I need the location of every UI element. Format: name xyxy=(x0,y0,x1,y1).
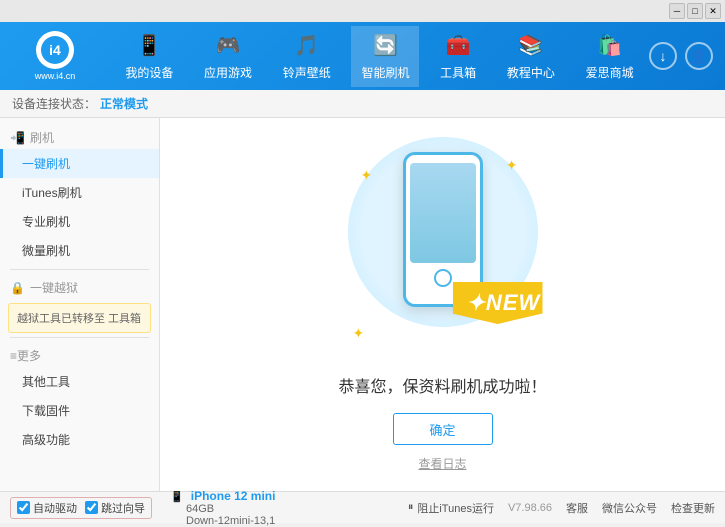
new-badge: ✦NEW✦ xyxy=(453,282,543,337)
nav-my-device-label: 我的设备 xyxy=(125,64,173,81)
sidebar-section-more: ≡ 更多 xyxy=(0,342,159,367)
confirm-button[interactable]: 确定 xyxy=(393,413,493,445)
sparkle-bottom-left: ✦ xyxy=(353,325,365,342)
more-section-icon: ≡ xyxy=(10,349,17,363)
nav-smart-flash-label: 智能刷机 xyxy=(361,64,409,81)
stop-itunes-button[interactable]: ⏸ 阻止iTunes运行 xyxy=(408,500,494,516)
status-value: 正常模式 xyxy=(100,95,148,112)
auto-drive-label: 自动驱动 xyxy=(33,500,77,516)
status-label: 设备连接状态： xyxy=(12,95,96,112)
main-layout: 📲 刷机 一键刷机 iTunes刷机 专业刷机 微量刷机 🔒 一键越狱 越狱工具… xyxy=(0,118,725,491)
ringtone-icon: 🎵 xyxy=(293,32,321,60)
sidebar-item-onekey-flash[interactable]: 一键刷机 xyxy=(0,149,159,178)
logo-area: i4 www.i4.cn xyxy=(0,31,110,81)
nav-ringtone-label: 铃声壁纸 xyxy=(283,64,331,81)
other-tools-label: 其他工具 xyxy=(22,375,70,389)
nav-smart-flash[interactable]: 🔄 智能刷机 xyxy=(351,26,419,87)
smart-flash-icon: 🔄 xyxy=(371,32,399,60)
nav-app-game[interactable]: 🎮 应用游戏 xyxy=(194,26,262,87)
phone-screen xyxy=(410,163,476,263)
footer: 自动驱动 跳过向导 📱 iPhone 12 mini 64GB Down-12m… xyxy=(0,491,725,523)
skip-wizard-checkbox-wrapper[interactable]: 跳过向导 xyxy=(85,500,145,516)
title-bar: ─ □ ✕ xyxy=(0,0,725,22)
download-firmware-label: 下载固件 xyxy=(22,404,70,418)
logo-text: www.i4.cn xyxy=(35,71,76,81)
logo-icon: i4 xyxy=(36,31,74,69)
sparkle-top-right: ✦ xyxy=(506,157,518,174)
stop-itunes-label: 阻止iTunes运行 xyxy=(417,500,494,516)
footer-right: ⏸ 阻止iTunes运行 V7.98.66 客服 微信公众号 检查更新 xyxy=(408,500,715,516)
sidebar-item-other-tools[interactable]: 其他工具 xyxy=(0,367,159,396)
sidebar-jailbreak-info: 越狱工具已转移至 工具箱 xyxy=(8,303,151,333)
maximize-button[interactable]: □ xyxy=(687,3,703,19)
advanced-label: 高级功能 xyxy=(22,433,70,447)
my-device-icon: 📱 xyxy=(135,32,163,60)
header-right: ↓ 👤 xyxy=(649,42,725,70)
sidebar-section-jailbreak: 🔒 一键越狱 xyxy=(0,274,159,299)
skip-wizard-label: 跳过向导 xyxy=(101,500,145,516)
user-button[interactable]: 👤 xyxy=(685,42,713,70)
sidebar: 📲 刷机 一键刷机 iTunes刷机 专业刷机 微量刷机 🔒 一键越狱 越狱工具… xyxy=(0,118,160,491)
nav-shop-label: 爱思商城 xyxy=(586,64,634,81)
footer-left: 自动驱动 跳过向导 📱 iPhone 12 mini 64GB Down-12m… xyxy=(10,489,275,527)
itunes-flash-label: iTunes刷机 xyxy=(22,186,82,200)
shop-icon: 🛍️ xyxy=(596,32,624,60)
device-model: Down-12mini-13,1 xyxy=(186,515,275,527)
onekey-flash-label: 一键刷机 xyxy=(22,157,70,171)
sidebar-item-save-flash[interactable]: 微量刷机 xyxy=(0,236,159,265)
device-info: 📱 iPhone 12 mini 64GB Down-12mini-13,1 xyxy=(170,489,275,527)
nav-my-device[interactable]: 📱 我的设备 xyxy=(115,26,183,87)
jailbreak-section-icon: 🔒 xyxy=(10,281,25,295)
sidebar-item-pro-flash[interactable]: 专业刷机 xyxy=(0,207,159,236)
nav-tutorial-label: 教程中心 xyxy=(507,64,555,81)
minimize-button[interactable]: ─ xyxy=(669,3,685,19)
update-link[interactable]: 检查更新 xyxy=(671,500,715,516)
wechat-link[interactable]: 微信公众号 xyxy=(602,500,657,516)
jailbreak-section-label: 一键越狱 xyxy=(30,279,78,296)
svg-text:i4: i4 xyxy=(49,42,61,58)
skip-wizard-checkbox[interactable] xyxy=(85,501,98,514)
pro-flash-label: 专业刷机 xyxy=(22,215,70,229)
sidebar-item-download-firmware[interactable]: 下载固件 xyxy=(0,396,159,425)
nav-bar: 📱 我的设备 🎮 应用游戏 🎵 铃声壁纸 🔄 智能刷机 🧰 工具箱 📚 教程中心… xyxy=(110,26,649,87)
nav-ringtone[interactable]: 🎵 铃声壁纸 xyxy=(273,26,341,87)
sidebar-item-itunes-flash[interactable]: iTunes刷机 xyxy=(0,178,159,207)
close-button[interactable]: ✕ xyxy=(705,3,721,19)
status-bar: 设备连接状态： 正常模式 xyxy=(0,90,725,118)
log-link[interactable]: 查看日志 xyxy=(418,455,466,472)
sidebar-section-flash: 📲 刷机 xyxy=(0,124,159,149)
toolbox-icon: 🧰 xyxy=(444,32,472,60)
content-area: ✦ ✦ ✦ ✦NEW✦ 恭喜您，保资料刷机成功啦！ 确定 查看日志 xyxy=(160,118,725,491)
phone-home-btn xyxy=(434,269,452,287)
nav-shop[interactable]: 🛍️ 爱思商城 xyxy=(576,26,644,87)
device-storage: 64GB xyxy=(186,503,214,515)
sidebar-divider-1 xyxy=(10,269,149,270)
flash-section-label: 刷机 xyxy=(30,129,54,146)
header: i4 www.i4.cn 📱 我的设备 🎮 应用游戏 🎵 铃声壁纸 🔄 智能刷机… xyxy=(0,22,725,90)
nav-tutorial[interactable]: 📚 教程中心 xyxy=(497,26,565,87)
sidebar-divider-2 xyxy=(10,337,149,338)
app-game-icon: 🎮 xyxy=(214,32,242,60)
auto-drive-checkbox-wrapper[interactable]: 自动驱动 xyxy=(17,500,77,516)
tutorial-icon: 📚 xyxy=(517,32,545,60)
stop-itunes-icon: ⏸ xyxy=(408,501,414,514)
download-button[interactable]: ↓ xyxy=(649,42,677,70)
nav-toolbox[interactable]: 🧰 工具箱 xyxy=(430,26,486,87)
success-message: 恭喜您，保资料刷机成功啦！ xyxy=(338,373,546,397)
auto-drive-checkbox[interactable] xyxy=(17,501,30,514)
version-label: V7.98.66 xyxy=(508,502,552,514)
jailbreak-info-text: 越狱工具已转移至 工具箱 xyxy=(17,313,141,325)
flash-section-icon: 📲 xyxy=(10,131,25,145)
more-section-label: 更多 xyxy=(17,347,41,364)
save-flash-label: 微量刷机 xyxy=(22,244,70,258)
nav-app-game-label: 应用游戏 xyxy=(204,64,252,81)
sparkle-top-left: ✦ xyxy=(361,167,373,184)
nav-toolbox-label: 工具箱 xyxy=(440,64,476,81)
service-link[interactable]: 客服 xyxy=(566,500,588,516)
phone-illustration: ✦ ✦ ✦ ✦NEW✦ xyxy=(343,137,543,357)
sidebar-item-advanced[interactable]: 高级功能 xyxy=(0,425,159,454)
new-ribbon: ✦NEW✦ xyxy=(453,282,543,324)
